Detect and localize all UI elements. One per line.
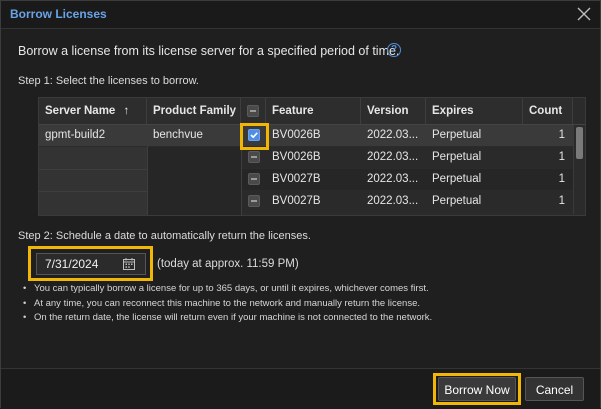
license-grid: Server Name ↑ Product Family Feature Ver… (38, 97, 586, 216)
row-divider (39, 169, 147, 170)
borrow-now-button[interactable]: Borrow Now (438, 377, 516, 401)
feature-cell: BV0027B (272, 195, 321, 207)
select-all-checkbox[interactable] (247, 105, 259, 117)
column-header-expires[interactable]: Expires (426, 98, 523, 124)
vertical-scrollbar[interactable] (573, 125, 585, 214)
expires-cell: Perpetual (432, 129, 482, 141)
feature-cell: BV0026B (272, 129, 321, 141)
version-cell: 2022.03... (367, 151, 419, 163)
expires-cell: Perpetual (432, 151, 482, 163)
help-icon[interactable]: ? (387, 43, 401, 57)
calendar-icon[interactable] (122, 257, 136, 271)
cancel-button[interactable]: Cancel (525, 377, 584, 401)
scrollbar-thumb[interactable] (576, 127, 583, 159)
version-cell: 2022.03... (367, 195, 419, 207)
borrow-licenses-dialog: Borrow Licenses Borrow a license from it… (0, 0, 601, 409)
title-bar: Borrow Licenses (1, 1, 600, 29)
expires-cell: Perpetual (432, 173, 482, 185)
server-group-fill (39, 147, 147, 215)
family-group-fill (147, 147, 241, 215)
count-cell: 1 (558, 173, 565, 185)
step1-label: Step 1: Select the licenses to borrow. (18, 75, 199, 87)
list-item: At any time, you can reconnect this mach… (23, 297, 432, 312)
feature-cell: BV0026B (272, 151, 321, 163)
close-icon[interactable] (576, 6, 592, 22)
step2-label: Step 2: Schedule a date to automatically… (18, 230, 311, 242)
count-cell: 1 (558, 151, 565, 163)
count-cell: 1 (558, 195, 565, 207)
column-header-feature[interactable]: Feature (266, 98, 361, 124)
column-header-server-name[interactable]: Server Name ↑ (39, 98, 147, 124)
column-header-version[interactable]: Version (361, 98, 426, 124)
version-cell: 2022.03... (367, 129, 419, 141)
row-checkbox[interactable] (248, 173, 260, 185)
column-header-server-label: Server Name (45, 105, 116, 117)
count-cell: 1 (558, 129, 565, 141)
expires-cell: Perpetual (432, 195, 482, 207)
row-divider (39, 191, 147, 192)
column-header-product-family[interactable]: Product Family (147, 98, 241, 124)
list-item: You can typically borrow a license for u… (23, 282, 432, 297)
row-checkbox[interactable] (248, 151, 260, 163)
server-name-cell: gpmt-build2 (45, 129, 106, 141)
today-note: (today at approx. 11:59 PM) (157, 258, 299, 270)
info-bullet-list: You can typically borrow a license for u… (23, 282, 432, 326)
dialog-title: Borrow Licenses (10, 7, 107, 21)
intro-text: Borrow a license from its license server… (18, 44, 400, 58)
feature-cell: BV0027B (272, 173, 321, 185)
sort-ascending-icon: ↑ (123, 105, 130, 117)
checkbox-highlight-annotation (240, 123, 269, 150)
column-header-select-all[interactable] (241, 98, 266, 124)
list-item: On the return date, the license will ret… (23, 311, 432, 326)
version-cell: 2022.03... (367, 173, 419, 185)
row-checkbox[interactable] (248, 195, 260, 207)
product-family-cell: benchvue (147, 125, 241, 146)
return-date-value: 7/31/2024 (45, 257, 99, 271)
column-header-count[interactable]: Count (523, 98, 573, 124)
